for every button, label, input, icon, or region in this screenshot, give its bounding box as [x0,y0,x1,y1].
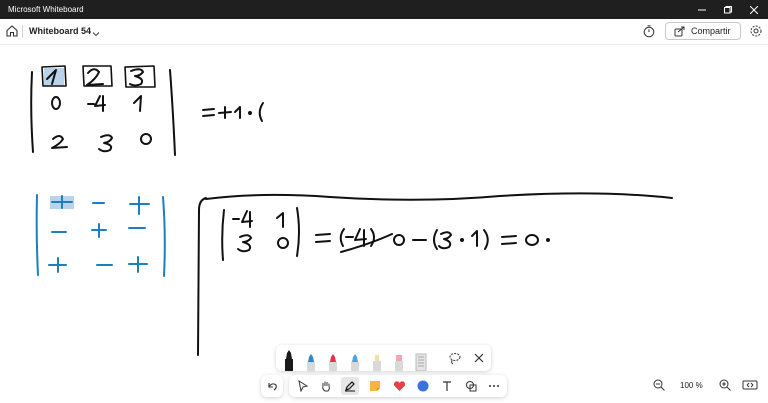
chevron-down-icon[interactable] [91,26,101,37]
ink-minor-bar-right [296,207,300,257]
ink-sign-bar-left [35,194,39,276]
zoom-level[interactable]: 100 % [680,381,703,390]
ink-digit-0-r3c3 [140,133,152,145]
ink-bar-left [30,71,34,153]
highlighter-pink[interactable] [388,345,410,371]
pen-tray [276,345,491,371]
heart-icon[interactable] [390,377,408,395]
ink-digit-2-r3c1 [51,135,68,149]
home-icon[interactable] [4,23,20,39]
ink-minor-bar-left [221,209,225,261]
ink-sign-bar-right [162,196,166,277]
ink-digit-minus4-r2c2 [87,95,106,112]
main-toolbar [289,375,507,397]
settings-icon[interactable] [749,24,763,38]
ink-digit-2-boxed [86,68,104,86]
ink-dot-3 [546,238,550,242]
ink-three-2 [438,231,452,250]
share-icon [674,26,685,36]
timer-icon[interactable] [642,24,656,38]
fit-to-screen-icon[interactable] [742,378,758,392]
ink-digit-3-boxed [129,68,144,87]
ink-paren-open [258,102,264,122]
highlighter-cream[interactable] [366,345,388,371]
divider [22,25,23,38]
ink-equals-2 [315,233,331,243]
ink-bar-right [169,69,176,156]
pen-icon [345,381,355,392]
ink-wave-line [205,192,673,201]
ink-zero-struck [393,234,405,246]
ink-zero-result [525,234,539,246]
ink-paren-3-open [433,229,438,250]
close-button[interactable] [738,0,768,19]
pen-red[interactable] [322,345,344,371]
ink-equals [202,108,215,117]
hand-icon[interactable] [317,377,335,395]
board-title[interactable]: Whiteboard 54 [29,26,91,36]
ink-minor-zero [277,237,289,249]
insert-shape-icon[interactable] [462,377,480,395]
ink-sign-plus-r1c3 [129,196,150,215]
app-header: Whiteboard 54 Compartir [0,19,768,45]
share-button[interactable]: Compartir [665,22,741,40]
lasso-icon[interactable] [444,345,466,371]
ink-paren-2-open [339,228,345,247]
ink-one-2 [471,230,478,247]
pen-tool-button[interactable] [341,377,359,395]
ink-sign-plus-r3c1 [48,257,67,273]
ink-dot [248,111,252,115]
ink-minor-one [276,212,284,228]
ink-digit-3-r3c2 [98,134,113,153]
sticky-note-icon[interactable] [366,377,384,395]
ink-minor-three [237,234,252,253]
window-titlebar: Microsoft Whiteboard [0,0,768,19]
ink-paren-2-close [370,228,375,247]
ink-digit-1-r2c3 [133,95,142,112]
ink-plus [218,106,232,119]
more-icon[interactable] [485,377,503,395]
undo-icon [268,383,277,391]
close-icon[interactable] [468,345,490,371]
ink-one [234,106,241,119]
ink-digit-0-r2c1 [51,96,61,110]
share-label: Compartir [691,26,731,36]
ink-minus-4-inner [345,228,367,247]
ink-sign-plus-r3c3 [128,256,148,273]
zoom-in-icon[interactable] [718,378,732,392]
ink-sign-plus-r2c2 [91,223,107,238]
text-icon[interactable] [438,377,456,395]
ink-minor-minus4 [232,210,253,228]
shapes-icon[interactable] [414,377,432,395]
ink-big-bracket [197,197,207,356]
select-icon[interactable] [294,377,312,395]
ink-paren-3-close [483,229,489,250]
ruler-icon[interactable] [410,345,432,371]
undo-button[interactable] [261,375,283,397]
pen-black[interactable] [278,345,300,371]
zoom-out-icon[interactable] [652,378,666,392]
pen-lightblue[interactable] [344,345,366,371]
window-title: Microsoft Whiteboard [8,5,84,14]
zoom-controls: 100 % [646,375,764,397]
pen-blue[interactable] [300,345,322,371]
ink-dot-2 [460,238,464,242]
ink-equals-3 [501,235,517,245]
